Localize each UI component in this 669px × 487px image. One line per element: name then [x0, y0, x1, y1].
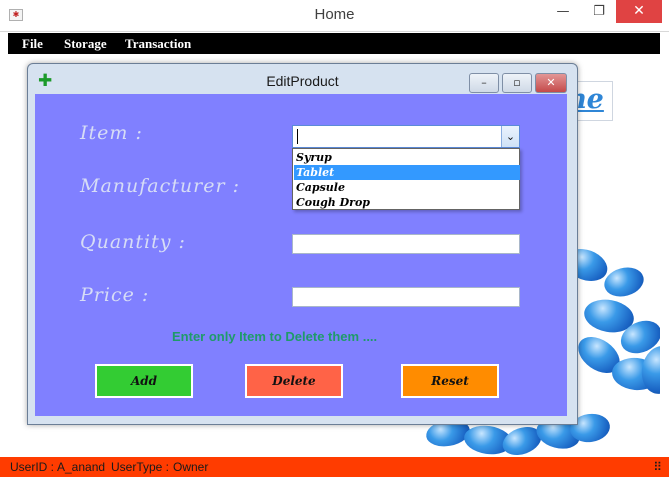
item-label: Item : — [80, 122, 143, 144]
dialog-close-button[interactable]: ✕ — [535, 73, 567, 93]
chevron-down-icon[interactable]: ⌄ — [501, 126, 519, 147]
user-type-value: Owner — [173, 460, 209, 474]
user-id-label: UserID : — [10, 460, 55, 474]
price-input[interactable] — [292, 287, 520, 307]
user-id-value: A_anand — [57, 460, 106, 474]
add-button[interactable]: Add — [95, 364, 193, 398]
manufacturer-label: Manufacturer : — [80, 175, 240, 197]
menu-transaction[interactable]: Transaction — [125, 36, 191, 52]
text-caret — [297, 129, 298, 144]
delete-hint-text: Enter only Item to Delete them .... — [172, 329, 378, 344]
delete-button[interactable]: Delete — [245, 364, 343, 398]
menu-storage[interactable]: Storage — [64, 36, 107, 52]
maximize-button[interactable]: ❐ — [586, 0, 612, 23]
dialog-maximize-button[interactable]: ▫ — [502, 73, 532, 93]
item-dropdown-list: Syrup Tablet Capsule Cough Drop — [292, 148, 520, 210]
dialog-minimize-button[interactable]: – — [469, 73, 499, 93]
quantity-input[interactable] — [292, 234, 520, 254]
reset-button[interactable]: Reset — [401, 364, 499, 398]
resize-grip-icon[interactable]: ⠿ — [653, 460, 662, 474]
price-label: Price : — [80, 284, 150, 306]
item-option-syrup[interactable]: Syrup — [294, 150, 520, 165]
status-bar: UserID : A_anand UserType : Owner ⠿ — [0, 457, 669, 477]
title-bar: ✱ Home — ❐ ✕ — [0, 0, 669, 32]
item-option-capsule[interactable]: Capsule — [294, 180, 520, 195]
window-bottom-border — [0, 477, 669, 487]
menu-file[interactable]: File — [22, 36, 43, 52]
item-option-tablet[interactable]: Tablet — [294, 165, 520, 180]
item-combobox[interactable]: ⌄ — [292, 125, 520, 148]
minimize-button[interactable]: — — [549, 0, 577, 23]
close-button[interactable]: ✕ — [616, 0, 662, 23]
menu-bar: File Storage Transaction — [8, 33, 660, 54]
item-option-cough-drop[interactable]: Cough Drop — [294, 195, 520, 210]
user-type-label: UserType : — [111, 460, 170, 474]
quantity-label: Quantity : — [80, 231, 186, 253]
